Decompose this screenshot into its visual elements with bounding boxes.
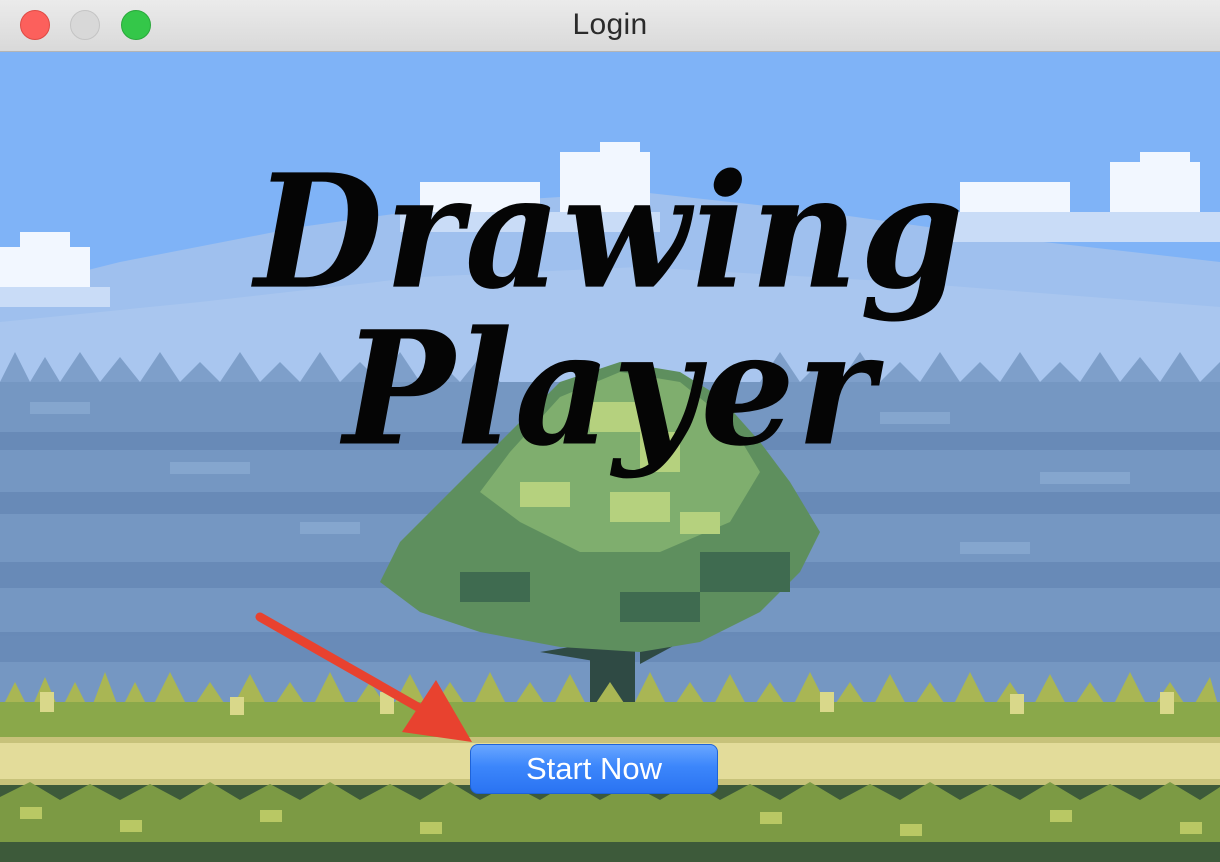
- background-scene: Drawing Player Start Now: [0, 52, 1220, 862]
- app-heading: Drawing Player: [254, 139, 966, 481]
- start-now-button[interactable]: Start Now: [470, 744, 718, 794]
- window-title: Login: [572, 8, 648, 41]
- login-window: Login Drawing Player Start Now: [0, 0, 1220, 862]
- title-bar: Login: [0, 0, 1220, 52]
